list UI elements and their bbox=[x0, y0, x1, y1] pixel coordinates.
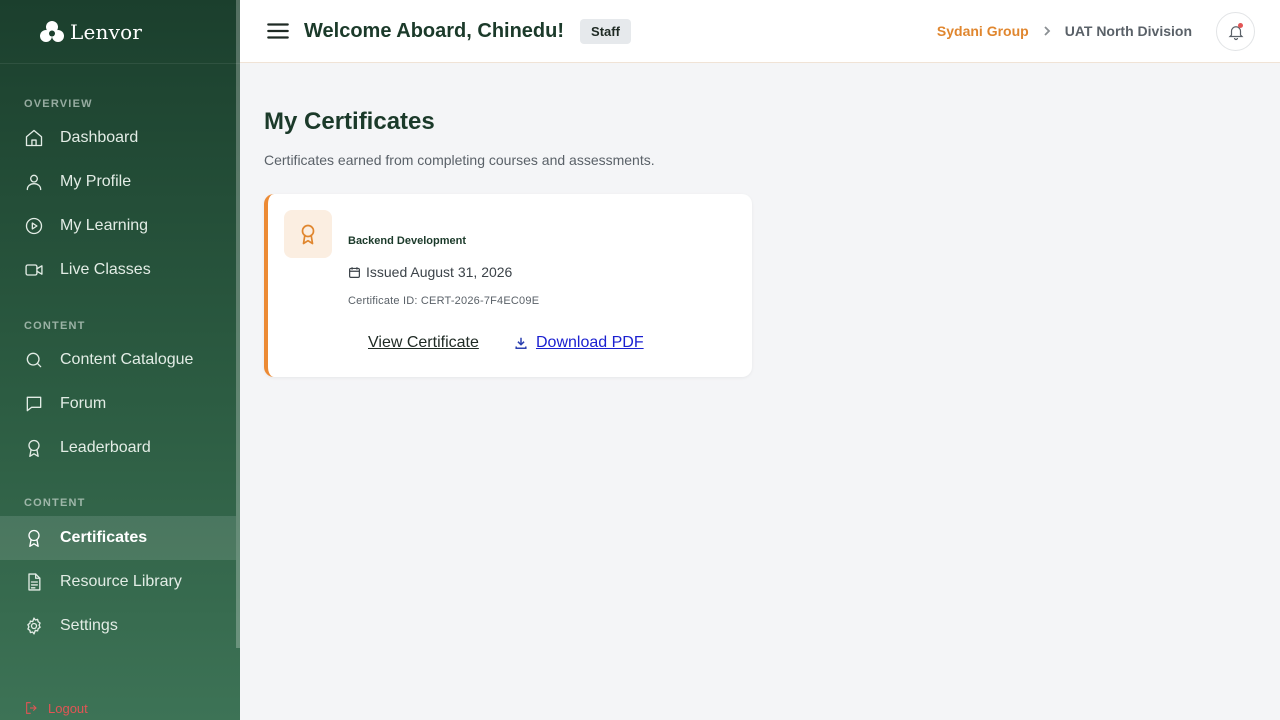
search-icon bbox=[24, 350, 44, 370]
sidebar-item-label: My Profile bbox=[60, 173, 132, 190]
download-pdf-label: Download PDF bbox=[536, 334, 644, 351]
home-icon bbox=[24, 128, 44, 148]
section-label-content: CONTENT bbox=[24, 320, 86, 332]
brand[interactable]: Lenvor bbox=[0, 0, 240, 64]
sidebar-item-leaderboard[interactable]: Leaderboard bbox=[0, 426, 236, 470]
certificate-issued-text: Issued August 31, 2026 bbox=[366, 264, 513, 280]
sidebar-scrollbar[interactable] bbox=[236, 0, 240, 648]
play-circle-icon bbox=[24, 216, 44, 236]
section-label-overview: OVERVIEW bbox=[24, 98, 93, 110]
sidebar-item-label: Forum bbox=[60, 395, 107, 412]
certificate-card: Backend Development Issued August 31, 20… bbox=[264, 194, 752, 377]
role-badge: Staff bbox=[580, 18, 631, 44]
sidebar-item-live-classes[interactable]: Live Classes bbox=[0, 248, 236, 292]
logout-icon bbox=[26, 702, 37, 714]
certificate-id: Certificate ID: CERT-2026-7F4EC09E bbox=[348, 295, 540, 307]
brand-name: Lenvor bbox=[70, 19, 143, 44]
sidebar-item-label: Resource Library bbox=[60, 573, 182, 590]
chat-icon bbox=[24, 394, 44, 414]
top-header: Welcome Aboard, Chinedu! Staff Sydani Gr… bbox=[240, 0, 1280, 63]
page-title: My Certificates bbox=[264, 108, 435, 135]
calendar-icon bbox=[349, 266, 360, 278]
sidebar-item-label: My Learning bbox=[60, 217, 149, 234]
download-icon bbox=[515, 337, 527, 349]
notifications-button[interactable] bbox=[1216, 12, 1255, 51]
sidebar-item-label: Dashboard bbox=[60, 129, 139, 146]
logout-button[interactable]: Logout bbox=[24, 700, 88, 716]
gear-icon bbox=[24, 616, 44, 636]
award-icon bbox=[24, 438, 44, 458]
section-label-content-2: CONTENT bbox=[24, 497, 86, 509]
chevron-right-icon bbox=[1041, 25, 1053, 37]
page-subtitle: Certificates earned from completing cour… bbox=[264, 152, 655, 168]
sidebar-item-forum[interactable]: Forum bbox=[0, 382, 236, 426]
view-certificate-link[interactable]: View Certificate bbox=[368, 334, 479, 352]
video-icon bbox=[24, 260, 44, 280]
sidebar-item-label: Certificates bbox=[60, 529, 148, 546]
menu-toggle-button[interactable] bbox=[264, 17, 292, 45]
award-icon bbox=[284, 210, 332, 258]
document-icon bbox=[24, 572, 44, 592]
sidebar-item-my-learning[interactable]: My Learning bbox=[0, 204, 236, 248]
sidebar-item-my-profile[interactable]: My Profile bbox=[0, 160, 236, 204]
sidebar-item-label: Live Classes bbox=[60, 261, 151, 278]
sidebar: Lenvor OVERVIEW Dashboard My Profile My … bbox=[0, 0, 240, 720]
download-pdf-link[interactable]: Download PDF bbox=[514, 334, 644, 352]
welcome-heading: Welcome Aboard, Chinedu! bbox=[304, 19, 565, 42]
breadcrumb: Sydani Group UAT North Division bbox=[937, 23, 1192, 39]
hamburger-icon bbox=[267, 23, 289, 39]
sidebar-item-label: Content Catalogue bbox=[60, 351, 194, 368]
lenvor-logo-icon bbox=[40, 20, 64, 42]
breadcrumb-org[interactable]: Sydani Group bbox=[937, 23, 1029, 39]
sidebar-item-settings[interactable]: Settings bbox=[0, 604, 236, 648]
sidebar-item-label: Settings bbox=[60, 617, 118, 634]
certificate-course-name: Backend Development bbox=[348, 235, 466, 247]
sidebar-item-resource-library[interactable]: Resource Library bbox=[0, 560, 236, 604]
user-icon bbox=[24, 172, 44, 192]
notification-dot bbox=[1238, 23, 1243, 28]
sidebar-item-dashboard[interactable]: Dashboard bbox=[0, 116, 236, 160]
award-icon bbox=[24, 528, 44, 548]
sidebar-item-certificates[interactable]: Certificates bbox=[0, 516, 236, 560]
logout-label: Logout bbox=[48, 700, 88, 716]
breadcrumb-division[interactable]: UAT North Division bbox=[1065, 23, 1192, 39]
sidebar-item-label: Leaderboard bbox=[60, 439, 151, 456]
certificate-issued-date: Issued August 31, 2026 bbox=[348, 264, 512, 280]
sidebar-item-content-catalogue[interactable]: Content Catalogue bbox=[0, 338, 236, 382]
